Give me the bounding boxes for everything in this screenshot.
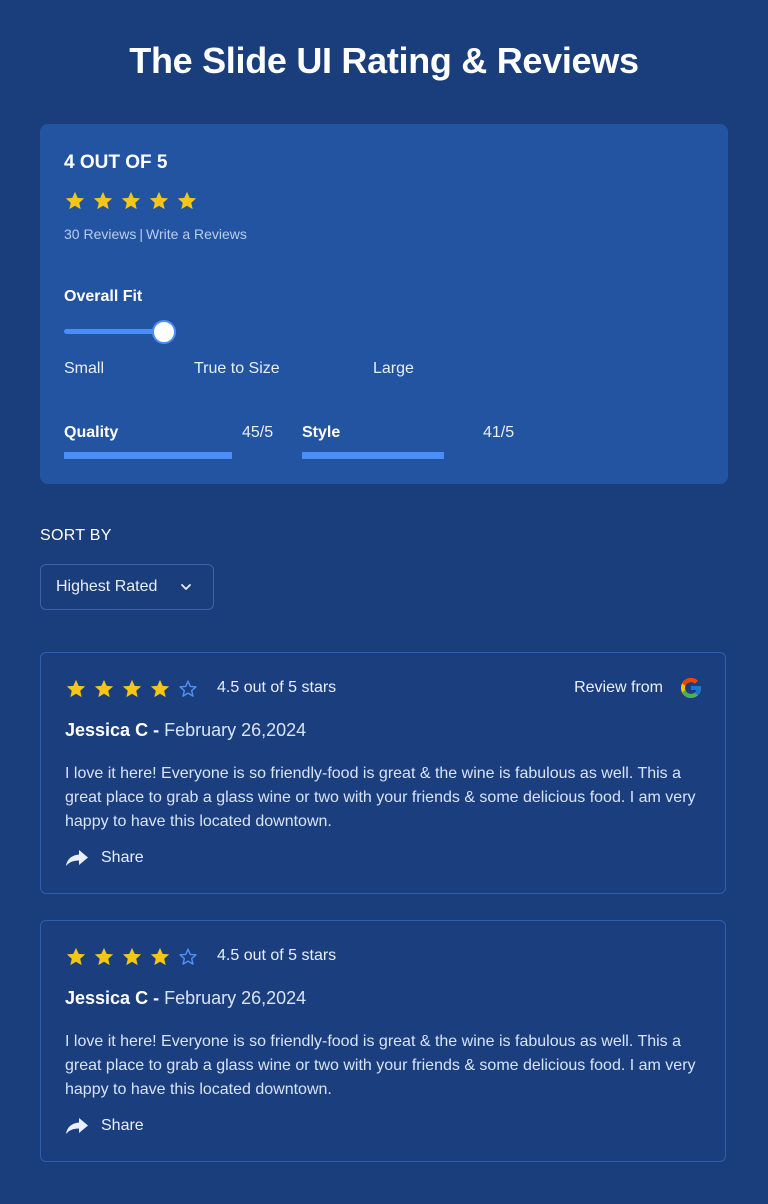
quality-value: 45/5 — [242, 424, 274, 441]
summary-stars — [64, 190, 198, 212]
sort-by-label: SORT BY — [40, 527, 112, 544]
star-filled-icon — [150, 679, 170, 698]
share-button[interactable]: Share — [65, 849, 144, 867]
star-filled-icon — [94, 679, 114, 698]
star-filled-icon — [150, 947, 170, 966]
reviews-count-link[interactable]: 30 Reviews — [64, 226, 136, 242]
fit-slider-track[interactable] — [64, 329, 164, 334]
reviewer-name: Jessica C - — [65, 720, 160, 740]
fit-scale-small: Small — [64, 360, 105, 377]
style-label: Style — [302, 424, 341, 441]
star-empty-icon — [179, 948, 197, 965]
share-button[interactable]: Share — [65, 1117, 144, 1135]
overall-fit-label: Overall Fit — [64, 288, 143, 305]
share-label: Share — [101, 1117, 144, 1134]
page-title: The Slide UI Rating & Reviews — [129, 40, 639, 81]
reviewer-line: Jessica C - February 26,2024 — [65, 988, 306, 1009]
share-arrow-icon — [66, 1118, 88, 1134]
star-filled-icon — [66, 947, 86, 966]
star-filled-icon — [94, 947, 114, 966]
reviewer-name: Jessica C - — [65, 988, 160, 1008]
review-date: February 26,2024 — [164, 988, 307, 1008]
review-links: 30 Reviews | Write a Reviews — [64, 226, 247, 242]
quality-bar — [64, 452, 232, 459]
link-separator: | — [139, 226, 144, 242]
review-stars — [65, 678, 199, 700]
review-card: 4.5 out of 5 stars Jessica C - February … — [40, 920, 726, 1162]
star-empty-icon — [179, 680, 197, 697]
star-filled-icon — [65, 191, 85, 210]
overall-score: 4 OUT OF 5 — [64, 152, 168, 173]
review-date: February 26,2024 — [164, 720, 307, 740]
star-filled-icon — [66, 679, 86, 698]
star-filled-icon — [122, 679, 142, 698]
review-rating-text: 4.5 out of 5 stars — [217, 947, 337, 964]
fit-slider-thumb[interactable] — [152, 320, 176, 344]
review-source: Review from — [574, 676, 703, 700]
review-card: 4.5 out of 5 stars Review from Jessica C… — [40, 652, 726, 894]
star-filled-icon — [177, 191, 197, 210]
fit-scale-true-to-size: True to Size — [194, 360, 280, 377]
reviewer-line: Jessica C - February 26,2024 — [65, 720, 306, 741]
review-text: I love it here! Everyone is so friendly-… — [65, 765, 696, 830]
style-bar — [302, 452, 444, 459]
review-text: I love it here! Everyone is so friendly-… — [65, 1033, 696, 1098]
share-label: Share — [101, 849, 144, 866]
sort-selected-value: Highest Rated — [56, 578, 158, 595]
star-filled-icon — [122, 947, 142, 966]
review-source-label: Review from — [574, 679, 663, 696]
star-filled-icon — [93, 191, 113, 210]
google-icon — [681, 678, 701, 698]
sort-select[interactable]: Highest Rated — [40, 564, 214, 610]
rating-summary-card: 4 OUT OF 5 30 Reviews | Write a Reviews Ov… — [40, 124, 728, 484]
fit-scale-large: Large — [373, 360, 414, 377]
share-arrow-icon — [66, 850, 88, 866]
write-review-link[interactable]: Write a Reviews — [146, 226, 247, 242]
star-filled-icon — [149, 191, 169, 210]
style-value: 41/5 — [483, 424, 515, 441]
star-filled-icon — [121, 191, 141, 210]
chevron-down-icon — [181, 584, 191, 590]
review-stars — [65, 946, 199, 968]
review-rating-text: 4.5 out of 5 stars — [217, 679, 337, 696]
quality-label: Quality — [64, 424, 119, 441]
